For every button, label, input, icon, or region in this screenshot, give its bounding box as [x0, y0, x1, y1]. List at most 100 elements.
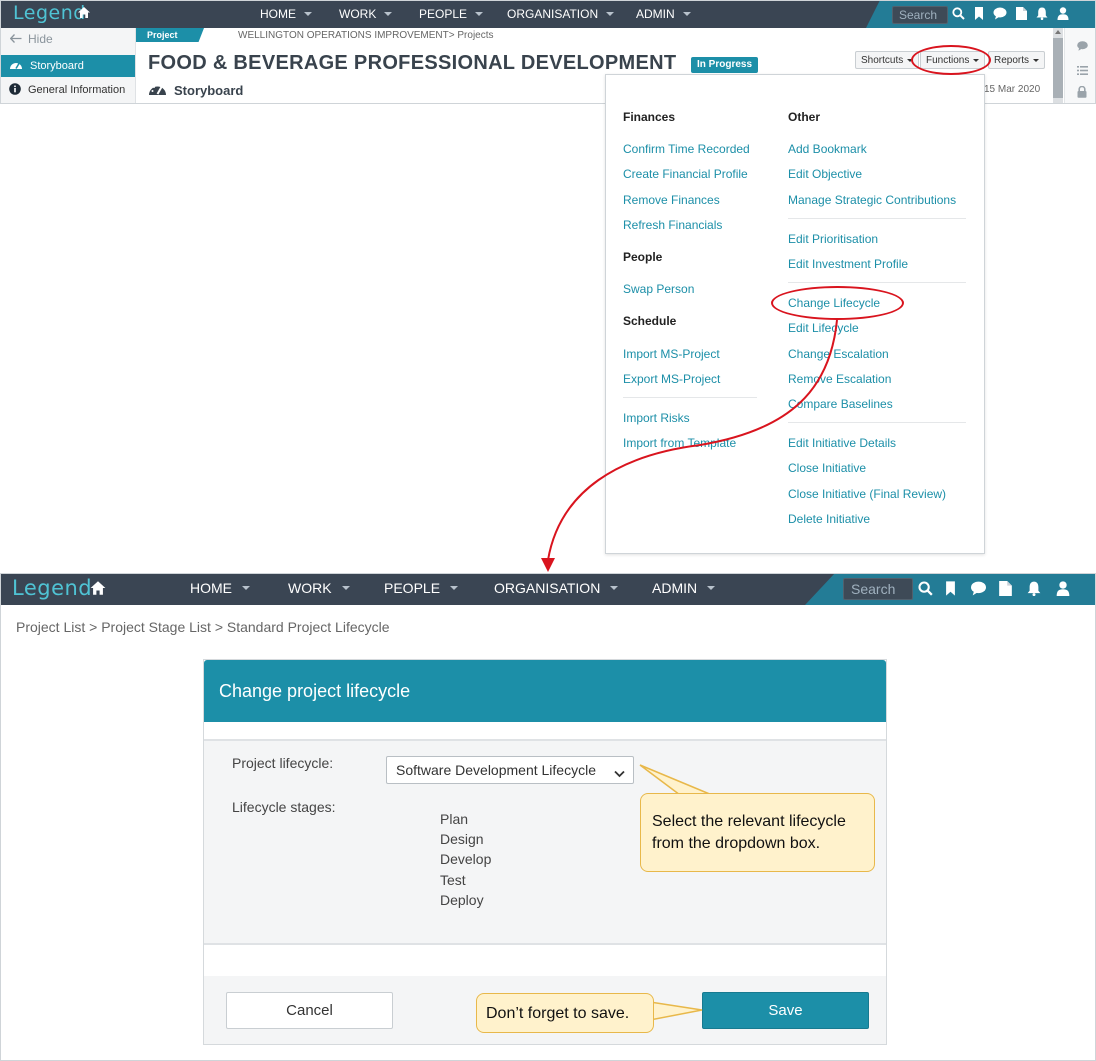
menu-item-edit-prioritisation[interactable]: Edit Prioritisation	[788, 232, 878, 246]
scroll-up-icon[interactable]	[1055, 30, 1061, 34]
shortcuts-button[interactable]: Shortcuts	[855, 51, 920, 69]
lifecycle-select[interactable]: Software Development Lifecycle	[386, 756, 634, 784]
user-icon[interactable]	[1056, 581, 1070, 596]
menu-heading-other: Other	[788, 110, 821, 124]
menu-heading-schedule: Schedule	[623, 314, 677, 328]
dashboard-icon	[148, 81, 167, 99]
arrow-left-icon	[9, 32, 22, 46]
bookmark-icon[interactable]	[945, 581, 956, 596]
menu-item-manage-strategic-contributions[interactable]: Manage Strategic Contributions	[788, 193, 956, 207]
stages-label: Lifecycle stages:	[232, 799, 336, 815]
menu-item-import-ms-project[interactable]: Import MS-Project	[623, 347, 720, 361]
menu-item-swap-person[interactable]: Swap Person	[623, 282, 694, 296]
stage-item: Develop	[440, 851, 492, 867]
search-icon[interactable]	[952, 7, 965, 20]
lifecycle-label: Project lifecycle:	[232, 755, 334, 771]
chevron-down-icon	[614, 765, 625, 781]
document-icon[interactable]	[999, 581, 1012, 596]
menu-home[interactable]: HOME	[260, 7, 312, 21]
breadcrumb[interactable]: Project List > Project Stage List > Stan…	[16, 619, 390, 635]
menu-divider	[623, 397, 757, 398]
user-icon[interactable]	[1057, 7, 1069, 20]
menu-admin[interactable]: ADMIN	[652, 580, 716, 596]
hide-sidebar-link[interactable]: Hide	[9, 32, 53, 46]
menu-item-edit-initiative-details[interactable]: Edit Initiative Details	[788, 436, 896, 450]
date-label: 15 Mar 2020	[984, 84, 1041, 95]
menu-divider	[788, 282, 966, 283]
save-button[interactable]: Save	[702, 992, 869, 1029]
top-navbar: Legend HOME WORK PEOPLE ORGANISATION ADM…	[0, 0, 1096, 28]
menu-item-edit-investment-profile[interactable]: Edit Investment Profile	[788, 257, 908, 271]
menu-work[interactable]: WORK	[339, 7, 393, 21]
menu-item-delete-initiative[interactable]: Delete Initiative	[788, 512, 870, 526]
bell-icon[interactable]	[1027, 581, 1041, 596]
menu-people[interactable]: PEOPLE	[384, 580, 459, 596]
comment-icon[interactable]	[1077, 38, 1088, 56]
lock-icon[interactable]	[1077, 85, 1087, 103]
bookmark-icon[interactable]	[974, 7, 984, 20]
menu-item-refresh-financials[interactable]: Refresh Financials	[623, 218, 722, 232]
menu-item-confirm-time-recorded[interactable]: Confirm Time Recorded	[623, 142, 750, 156]
menu-item-import-risks[interactable]: Import Risks	[623, 411, 690, 425]
stage-item: Test	[440, 872, 466, 888]
menu-item-change-escalation[interactable]: Change Escalation	[788, 347, 889, 361]
legend-logo[interactable]: Legend	[13, 2, 86, 24]
chat-icon[interactable]	[970, 581, 987, 596]
sidebar-item-general-information[interactable]: General Information	[0, 79, 135, 101]
menu-work[interactable]: WORK	[288, 580, 350, 596]
scrollbar-thumb[interactable]	[1053, 38, 1063, 98]
menu-admin[interactable]: ADMIN	[636, 7, 691, 21]
reports-button[interactable]: Reports	[988, 51, 1046, 69]
sidebar-item-storyboard[interactable]: Storyboard	[0, 55, 135, 77]
change-lifecycle-highlight-ellipse	[771, 286, 904, 320]
project-sidebar: Hide Storyboard General Information	[0, 28, 136, 104]
info-icon	[9, 82, 21, 98]
list-icon[interactable]	[1077, 62, 1088, 80]
menu-item-add-bookmark[interactable]: Add Bookmark	[788, 142, 867, 156]
menu-home[interactable]: HOME	[190, 580, 250, 596]
cancel-button[interactable]: Cancel	[226, 992, 393, 1029]
search-icon[interactable]	[918, 581, 933, 596]
menu-item-import-from-template[interactable]: Import from Template	[623, 436, 736, 450]
section-title: Storyboard	[148, 81, 243, 99]
document-icon[interactable]	[1016, 7, 1027, 20]
menu-item-export-ms-project[interactable]: Export MS-Project	[623, 372, 720, 386]
menu-item-remove-finances[interactable]: Remove Finances	[623, 193, 720, 207]
menu-divider	[788, 422, 966, 423]
project-tag: Project	[136, 28, 204, 42]
nav-icon-group	[918, 581, 1070, 596]
chat-icon[interactable]	[993, 7, 1007, 20]
home-icon[interactable]	[77, 6, 91, 24]
menu-item-close-initiative-final-review[interactable]: Close Initiative (Final Review)	[788, 487, 946, 501]
menu-item-edit-objective[interactable]: Edit Objective	[788, 167, 862, 181]
breadcrumb[interactable]: WELLINGTON OPERATIONS IMPROVEMENT> Proje…	[238, 30, 494, 41]
menu-divider	[788, 218, 966, 219]
right-tool-rail	[1064, 28, 1096, 104]
menu-heading-people: People	[623, 250, 663, 264]
dashboard-icon	[9, 59, 23, 73]
modal-title: Change project lifecycle	[204, 660, 886, 722]
page-title: FOOD & BEVERAGE PROFESSIONAL DEVELOPMENT	[148, 52, 677, 74]
red-arrowhead	[541, 558, 555, 572]
stage-item: Deploy	[440, 892, 484, 908]
home-icon[interactable]	[89, 580, 107, 601]
menu-item-create-financial-profile[interactable]: Create Financial Profile	[623, 167, 748, 181]
functions-highlight-ellipse	[911, 45, 991, 75]
search-input[interactable]: Search	[892, 6, 948, 24]
status-badge: In Progress	[691, 57, 759, 73]
legend-logo[interactable]: Legend	[12, 576, 92, 600]
stage-item: Plan	[440, 811, 469, 827]
menu-item-close-initiative[interactable]: Close Initiative	[788, 461, 866, 475]
menu-people[interactable]: PEOPLE	[419, 7, 484, 21]
menu-item-compare-baselines[interactable]: Compare Baselines	[788, 397, 893, 411]
nav-icon-group	[952, 7, 1069, 20]
bell-icon[interactable]	[1036, 7, 1048, 20]
callout-save-reminder: Don’t forget to save.	[476, 993, 654, 1033]
lower-navbar: Legend HOME WORK PEOPLE ORGANISATION ADM…	[0, 573, 1096, 605]
menu-organisation[interactable]: ORGANISATION	[507, 7, 615, 21]
menu-heading-finances: Finances	[623, 110, 676, 124]
search-input[interactable]: Search	[843, 578, 913, 600]
menu-organisation[interactable]: ORGANISATION	[494, 580, 619, 596]
menu-item-edit-lifecycle[interactable]: Edit Lifecycle	[788, 321, 859, 335]
menu-item-remove-escalation[interactable]: Remove Escalation	[788, 372, 891, 386]
